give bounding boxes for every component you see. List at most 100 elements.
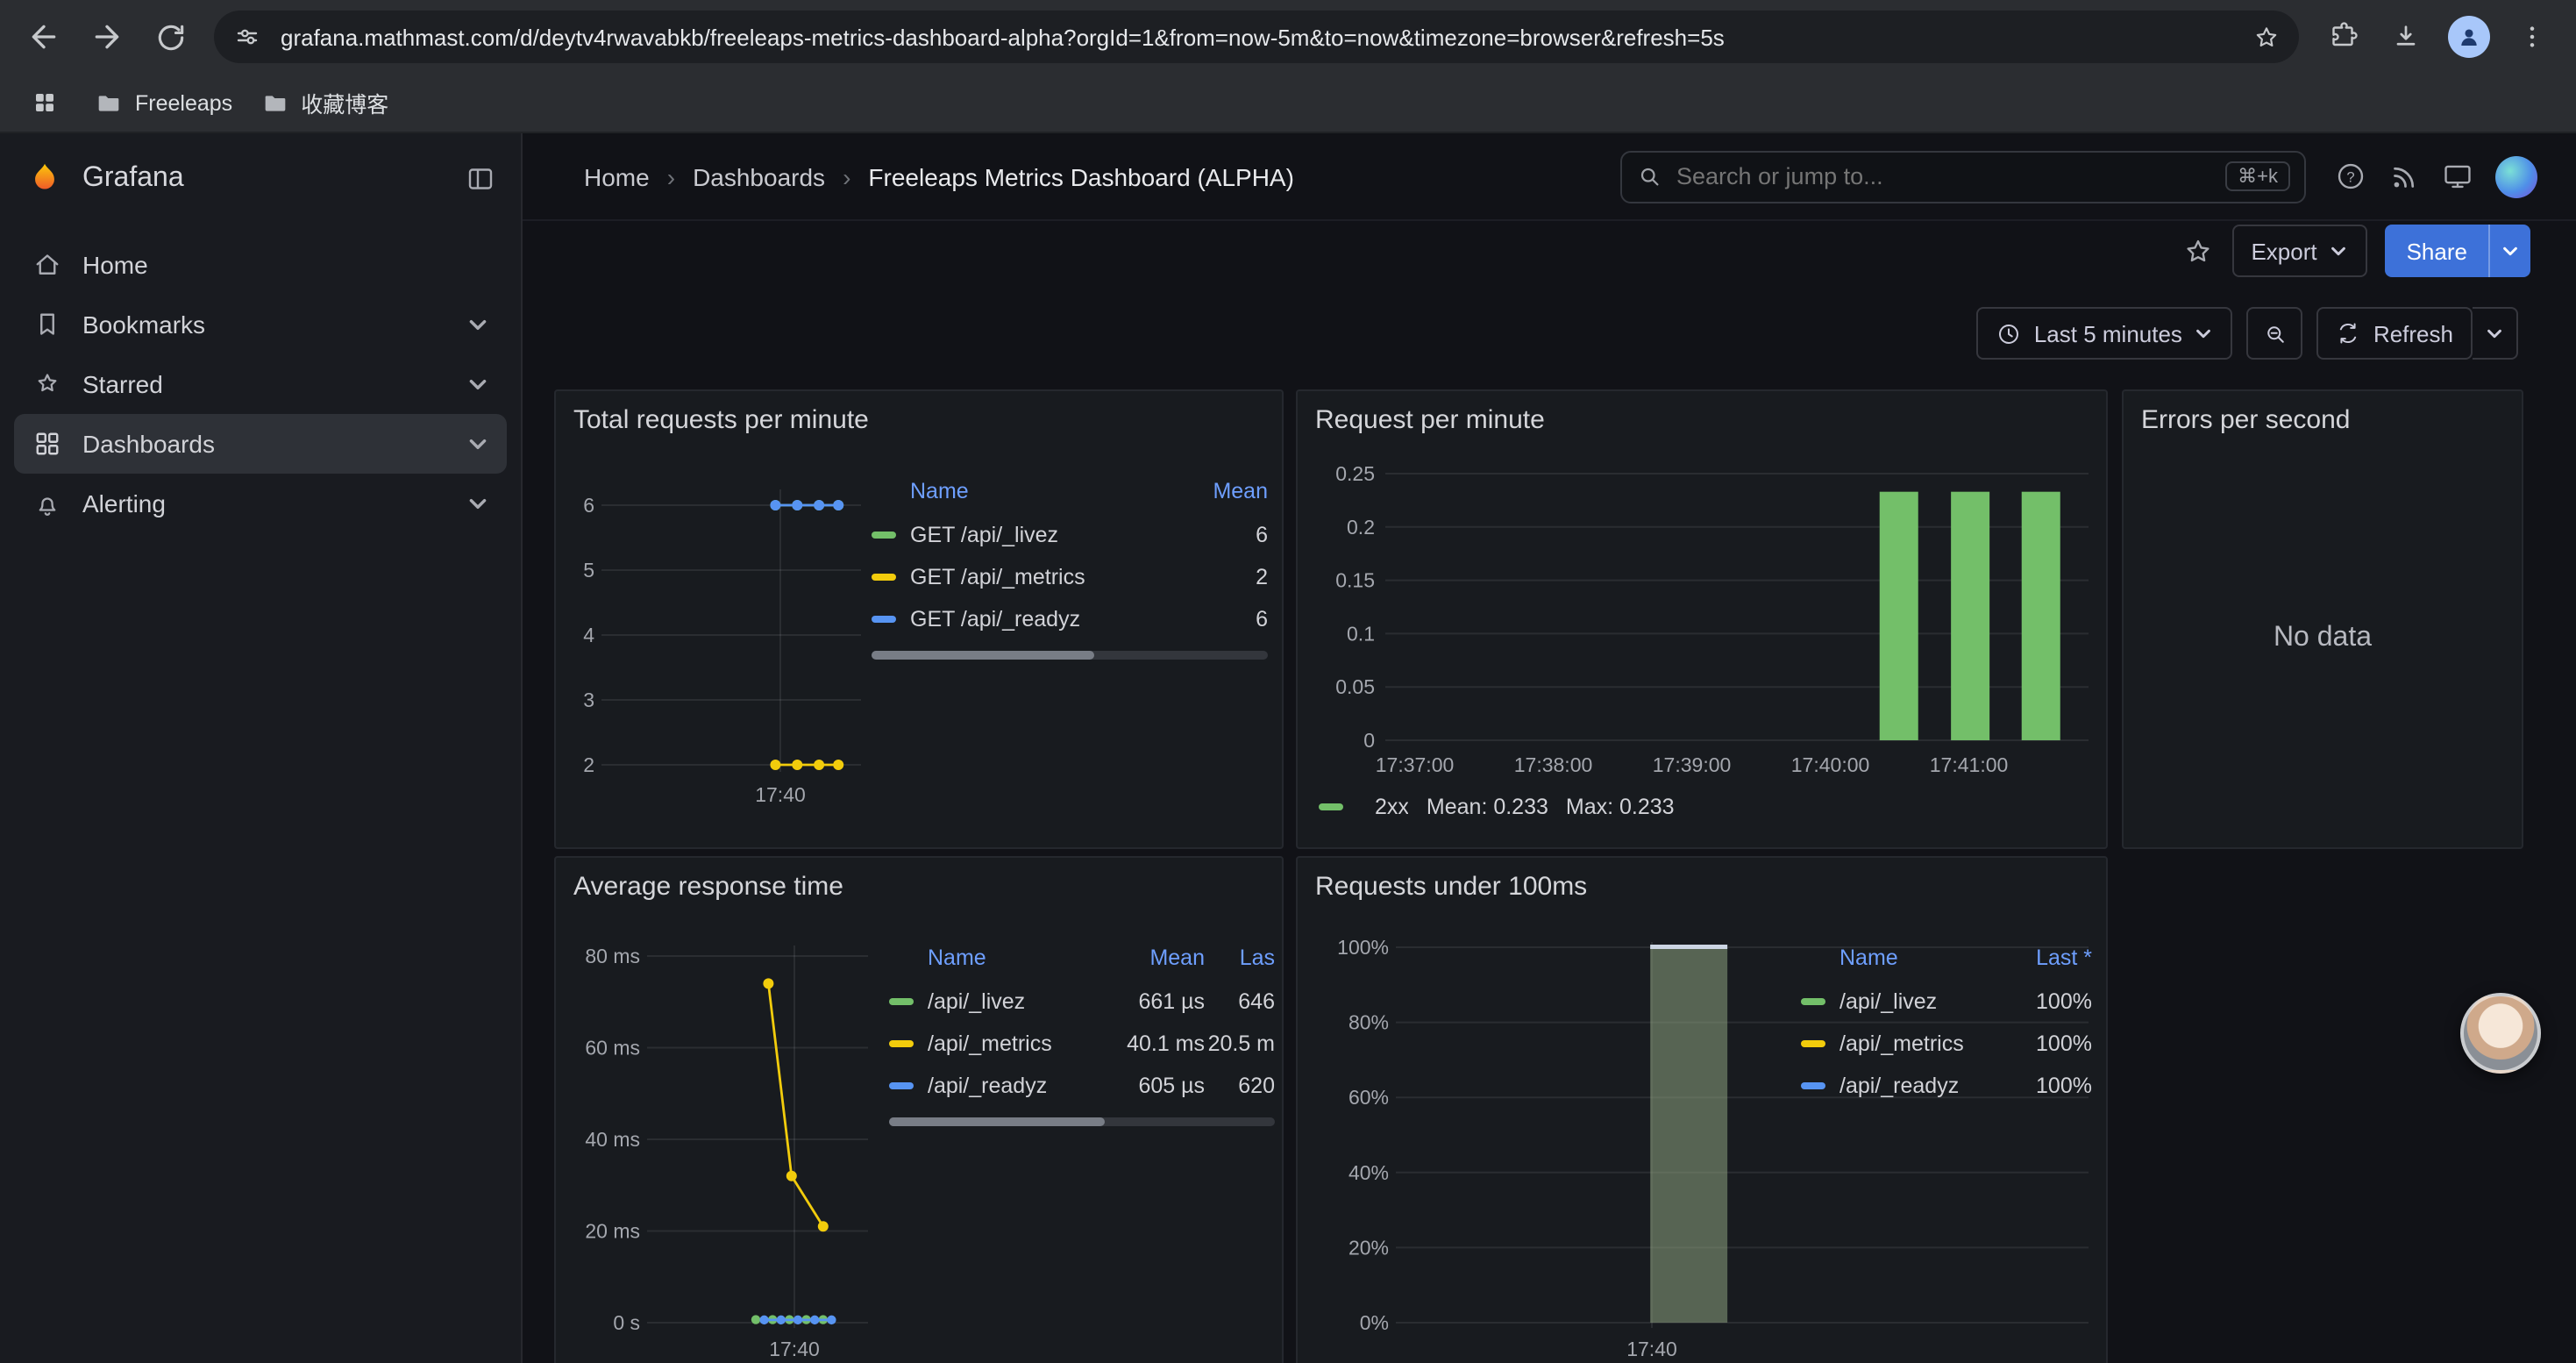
legend-table: Name Mean GET /api/_livez 6 GET /api/_me…	[872, 468, 1268, 660]
svg-text:40 ms: 40 ms	[585, 1128, 640, 1151]
news-rss-icon[interactable]	[2388, 161, 2420, 192]
site-info-icon[interactable]	[224, 14, 270, 60]
scrollbar-thumb[interactable]	[872, 651, 1093, 660]
chevron-down-icon[interactable]	[466, 313, 489, 336]
downloads-icon[interactable]	[2376, 7, 2436, 67]
breadcrumb: Home › Dashboards › Freeleaps Metrics Da…	[584, 162, 1294, 190]
search-input[interactable]	[1676, 163, 2211, 189]
help-icon[interactable]: ?	[2334, 160, 2367, 193]
series-color-dash	[1319, 803, 1343, 810]
legend-row[interactable]: GET /api/_readyz 6	[872, 598, 1268, 640]
series-name[interactable]: /api/_readyz	[928, 1074, 1103, 1098]
refresh-interval-dropdown[interactable]	[2473, 307, 2518, 360]
series-name[interactable]: /api/_metrics	[1839, 1031, 2008, 1056]
chevron-down-icon[interactable]	[466, 373, 489, 396]
scrollbar-thumb[interactable]	[889, 1117, 1105, 1126]
sidebar-item-starred[interactable]: Starred	[14, 354, 507, 414]
series-color-dash	[872, 616, 896, 623]
series-name[interactable]: GET /api/_metrics	[910, 565, 1180, 589]
series-name[interactable]: GET /api/_livez	[910, 523, 1180, 547]
legend-row[interactable]: /api/_readyz 605 µs 620	[889, 1065, 1275, 1107]
svg-text:80 ms: 80 ms	[585, 945, 640, 967]
bookmark-freeleaps[interactable]: Freeleaps	[95, 89, 232, 117]
folder-icon	[260, 89, 288, 117]
series-name[interactable]: /api/_livez	[928, 989, 1103, 1014]
sidebar-menu: Home Bookmarks Starred	[0, 225, 521, 544]
panel-title[interactable]: Errors per second	[2124, 391, 2367, 435]
refresh-button[interactable]: Refresh	[2317, 307, 2473, 360]
chevron-down-icon[interactable]	[466, 432, 489, 455]
breadcrumb-dashboards[interactable]: Dashboards	[693, 162, 825, 190]
sidebar-item-dashboards[interactable]: Dashboards	[14, 414, 507, 474]
reload-icon	[153, 20, 187, 54]
timeseries-chart[interactable]: 80 ms60 ms40 ms20 ms0 s17:40	[566, 935, 882, 1363]
forward-button[interactable]	[77, 7, 137, 67]
legend-scrollbar[interactable]	[889, 1117, 1275, 1126]
series-name[interactable]: GET /api/_readyz	[910, 607, 1180, 632]
grafana-logo-icon[interactable]	[25, 159, 65, 199]
panel-request-per-minute: Request per minute 0.250.20.150.10.05017…	[1296, 389, 2108, 849]
series-name[interactable]: /api/_metrics	[928, 1031, 1103, 1056]
reload-button[interactable]	[140, 7, 200, 67]
url-text[interactable]: grafana.mathmast.com/d/deytv4rwavabkb/fr…	[270, 24, 2243, 50]
time-range-picker[interactable]: Last 5 minutes	[1976, 307, 2233, 360]
browser-menu-icon[interactable]	[2502, 7, 2562, 67]
legend-row[interactable]: /api/_readyz 100%	[1801, 1065, 2092, 1107]
series-color-dash	[1801, 998, 1825, 1005]
legend-scrollbar[interactable]	[872, 651, 1268, 660]
svg-text:17:38:00: 17:38:00	[1514, 753, 1593, 776]
address-bar[interactable]: grafana.mathmast.com/d/deytv4rwavabkb/fr…	[214, 11, 2299, 63]
browser-profile-avatar[interactable]	[2439, 7, 2499, 67]
legend-row[interactable]: /api/_livez 100%	[1801, 981, 2092, 1023]
chevron-down-icon[interactable]	[466, 492, 489, 515]
share-dropdown-button[interactable]	[2488, 225, 2530, 277]
sidebar-item-home[interactable]: Home	[14, 235, 507, 295]
chevron-down-icon	[2485, 324, 2504, 343]
screen: grafana.mathmast.com/d/deytv4rwavabkb/fr…	[0, 0, 2576, 1363]
grafana-top-nav: Home › Dashboards › Freeleaps Metrics Da…	[523, 133, 2576, 221]
home-icon	[32, 249, 63, 281]
legend-row[interactable]: GET /api/_metrics 2	[872, 556, 1268, 598]
extensions-icon[interactable]	[2313, 7, 2373, 67]
favorite-star-icon[interactable]	[2181, 234, 2214, 268]
legend-row[interactable]: /api/_livez 661 µs 646	[889, 981, 1275, 1023]
display-monitor-icon[interactable]	[2441, 160, 2474, 193]
series-name[interactable]: 2xx	[1375, 795, 1409, 819]
panel-title[interactable]: Total requests per minute	[556, 391, 886, 435]
breadcrumb-home[interactable]: Home	[584, 162, 650, 190]
grafana-sidebar: Grafana Home Bookmarks	[0, 133, 523, 1363]
series-name[interactable]: /api/_readyz	[1839, 1074, 2008, 1098]
svg-text:0 s: 0 s	[613, 1311, 640, 1334]
legend-row[interactable]: /api/_metrics 40.1 ms 20.5 m	[889, 1023, 1275, 1065]
svg-text:0: 0	[1363, 729, 1375, 752]
browser-toolbar: grafana.mathmast.com/d/deytv4rwavabkb/fr…	[0, 0, 2576, 74]
apps-grid-icon[interactable]	[21, 80, 67, 125]
dashboard-canvas: Total requests per minute 6543217:40 Nam…	[523, 361, 2576, 1363]
series-name[interactable]: /api/_livez	[1839, 989, 2008, 1014]
sidebar-item-bookmarks[interactable]: Bookmarks	[14, 295, 507, 354]
assistant-avatar[interactable]	[2460, 993, 2541, 1074]
bookmark-star-icon[interactable]	[2243, 14, 2288, 60]
legend-row[interactable]: /api/_metrics 100%	[1801, 1023, 2092, 1065]
sidebar-item-alerting[interactable]: Alerting	[14, 474, 507, 533]
export-button[interactable]: Export	[2231, 225, 2367, 277]
legend-row[interactable]: GET /api/_livez 6	[872, 514, 1268, 556]
panel-title[interactable]: Requests under 100ms	[1298, 858, 1605, 902]
back-button[interactable]	[14, 7, 74, 67]
series-color-dash	[1801, 1082, 1825, 1089]
svg-text:17:40:00: 17:40:00	[1791, 753, 1870, 776]
bookmark-blog[interactable]: 收藏博客	[260, 86, 388, 119]
chevron-down-icon	[2330, 241, 2349, 260]
timeseries-chart[interactable]: 6543217:40	[566, 468, 868, 819]
zoom-out-button[interactable]	[2247, 307, 2303, 360]
refresh-icon	[2337, 321, 2361, 346]
series-color-dash	[1801, 1040, 1825, 1047]
bar-chart[interactable]: 0.250.20.150.10.05017:37:0017:38:0017:39…	[1315, 461, 2092, 788]
panel-title[interactable]: Average response time	[556, 858, 861, 902]
dock-menu-icon[interactable]	[465, 163, 496, 195]
user-avatar[interactable]	[2495, 155, 2537, 197]
chevron-down-icon	[2501, 241, 2520, 260]
panel-title[interactable]: Request per minute	[1298, 391, 1562, 435]
search-box[interactable]: ⌘+k	[1620, 150, 2306, 203]
share-button[interactable]: Share	[2386, 225, 2488, 277]
